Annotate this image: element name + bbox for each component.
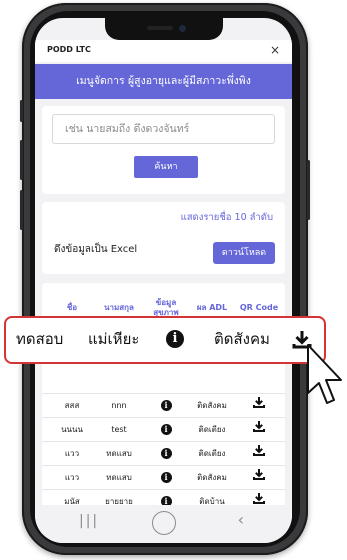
bottom-nav-bar: ||| ‹ xyxy=(35,505,292,543)
info-icon[interactable]: i xyxy=(146,418,186,442)
excel-export-label: ดึงข้อมูลเป็น Excel xyxy=(54,244,138,255)
table-row[interactable]: นนนน test i ติดเตียง xyxy=(42,417,285,442)
highlight-first-name: ทดสอบ xyxy=(16,330,64,348)
info-icon[interactable]: i xyxy=(146,442,186,466)
phone-screen: PODD LTC × เมนูจัดการ ผู้สูงอายุและผู้มี… xyxy=(35,18,292,543)
row-last-name: ทดแสบ xyxy=(106,473,132,482)
row-first-name: แวว xyxy=(64,449,80,458)
list-card: แสดงรายชื่อ 10 ลำดับ ดึงข้อมูลเป็น Excel… xyxy=(42,202,285,274)
phone-power-button xyxy=(307,160,310,220)
title-bar: PODD LTC × xyxy=(35,40,292,62)
row-adl: ติดเตียง xyxy=(198,449,226,458)
app-name: PODD LTC xyxy=(47,45,91,54)
menu-header: เมนูจัดการ ผู้สูงอายุและผู้มีสภาวะพึ่งพิ… xyxy=(35,64,292,99)
home-icon[interactable] xyxy=(151,511,176,535)
table-row[interactable]: แวว ทดแสบ i ติดเตียง xyxy=(42,441,285,466)
speaker xyxy=(146,26,173,30)
highlight-adl: ติดสังคม xyxy=(214,330,270,348)
row-last-name: test xyxy=(111,425,127,434)
highlight-last-name: แม่เหียะ xyxy=(88,330,140,348)
close-icon[interactable]: × xyxy=(270,43,280,57)
phone-side-button xyxy=(20,100,23,122)
table-row[interactable]: สสส nnn i ติดสังคม xyxy=(42,393,285,418)
row-first-name: แวว xyxy=(64,473,80,482)
pointer-cursor-icon xyxy=(306,343,346,419)
row-last-name: nnn xyxy=(111,401,127,410)
phone-volume-up xyxy=(20,140,23,180)
download-icon[interactable] xyxy=(238,418,280,442)
row-adl: ติดสังคม xyxy=(197,473,227,482)
back-icon[interactable]: ‹ xyxy=(238,510,244,529)
search-card: เช่น นายสมถึง ดึงดวงจันทร์ ค้นหา xyxy=(42,106,285,194)
record-count-text: แสดงรายชื่อ 10 ลำดับ xyxy=(180,212,273,223)
row-adl: ติดเตียง xyxy=(198,425,226,434)
row-first-name: นนนน xyxy=(61,425,83,434)
row-first-name: สสส xyxy=(64,401,80,410)
info-icon[interactable]: i xyxy=(146,466,186,490)
download-icon[interactable] xyxy=(238,394,280,418)
highlighted-row[interactable]: ทดสอบ แม่เหียะ i ติดสังคม xyxy=(4,316,326,364)
download-button[interactable]: ดาวน์โหลด xyxy=(213,242,275,264)
table-row[interactable]: แวว ทดแสบ i ติดสังคม xyxy=(42,465,285,490)
search-button[interactable]: ค้นหา xyxy=(134,156,198,178)
search-input[interactable]: เช่น นายสมถึง ดึงดวงจันทร์ xyxy=(52,114,275,144)
phone-notch xyxy=(104,18,223,40)
info-icon[interactable]: i xyxy=(146,394,186,418)
recent-apps-icon[interactable]: ||| xyxy=(79,513,99,529)
info-icon[interactable]: i xyxy=(166,330,184,348)
phone-volume-down xyxy=(20,190,23,230)
camera xyxy=(178,25,186,32)
row-adl: ติดสังคม xyxy=(197,401,227,410)
download-icon[interactable] xyxy=(238,466,280,490)
download-icon[interactable] xyxy=(238,442,280,466)
row-last-name: ทดแสบ xyxy=(106,449,132,458)
